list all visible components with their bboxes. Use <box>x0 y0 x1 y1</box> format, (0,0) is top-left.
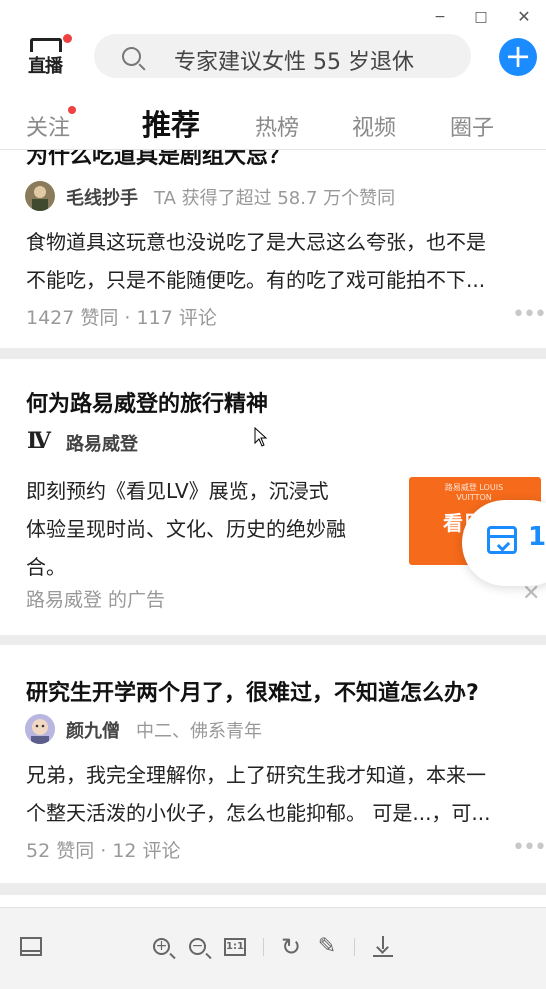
feed-card[interactable]: 研究生开学两个月了，很难过，不知道怎么办? 颜九僧 中二、佛系青年 兄弟，我完全… <box>0 645 546 883</box>
question-title[interactable]: 研究生开学两个月了，很难过，不知道怎么办? <box>26 675 479 707</box>
author-description: 中二、佛系青年 <box>136 721 262 742</box>
zoom-out-button[interactable]: − <box>186 934 212 960</box>
tab-follow[interactable]: 关注 <box>26 110 70 142</box>
ad-label: 路易威登 的广告 <box>26 589 166 611</box>
feed-card[interactable]: 为什么吃道具是剧组大忌？ 毛线抄手 TA 获得了超过 58.7 万个赞同 食物道… <box>0 150 546 348</box>
zoom-in-button[interactable]: + <box>150 934 176 960</box>
feed-tabs: 关注 推荐 热榜 视频 圈子 <box>0 82 546 150</box>
author-description: TA 获得了超过 58.7 万个赞同 <box>154 188 396 209</box>
ad-title[interactable]: 何为路易威登的旅行精神 <box>26 386 268 418</box>
top-bar: 直播 专家建议女性 55 岁退休 + <box>0 34 546 82</box>
maximize-button[interactable]: □ <box>470 6 492 28</box>
question-title[interactable]: 为什么吃道具是剧组大忌？ <box>26 150 290 170</box>
toolbar-divider <box>354 938 355 956</box>
tab-video[interactable]: 视频 <box>352 110 396 142</box>
excerpt-line[interactable]: 兄弟，我完全理解你，上了研究生我才知道，本来一 <box>26 759 486 788</box>
notification-dot <box>63 34 72 43</box>
search-input[interactable]: 专家建议女性 55 岁退休 <box>174 44 414 76</box>
ad-text-line[interactable]: 合。 <box>26 551 66 580</box>
author-name[interactable]: 颜九僧 <box>66 717 120 743</box>
avatar[interactable] <box>25 714 55 744</box>
excerpt-line[interactable]: 个整天活泼的小伙子，怎么也能抑郁。 可是...，可... <box>26 797 491 826</box>
author-name[interactable]: 毛线抄手 <box>66 184 138 210</box>
tab-circles[interactable]: 圈子 <box>450 110 494 142</box>
zoom-in-icon: + <box>153 938 170 955</box>
excerpt-line[interactable]: 不能吃，只是不能随便吃。有的吃了戏可能拍不下... <box>26 264 485 293</box>
live-button[interactable]: 直播 <box>26 34 72 78</box>
more-icon[interactable]: ••• <box>512 302 546 327</box>
add-button[interactable]: + <box>499 38 537 76</box>
toolbar-divider <box>263 938 264 956</box>
favorites-count: 1 <box>528 522 546 552</box>
minimize-button[interactable]: − <box>429 6 451 28</box>
rotate-button[interactable]: ↻ <box>278 934 304 960</box>
actual-size-icon: 1:1 <box>224 938 246 956</box>
mouse-cursor-icon <box>254 427 268 447</box>
actual-size-button[interactable]: 1:1 <box>222 934 248 960</box>
download-button[interactable] <box>370 934 396 960</box>
search-bar[interactable]: 专家建议女性 55 岁退休 <box>94 34 471 78</box>
next-card-stub <box>0 895 546 907</box>
collection-icon <box>487 526 517 554</box>
download-icon <box>373 936 393 958</box>
follow-notification-dot <box>68 106 76 114</box>
favorites-float-button[interactable]: 1 <box>462 500 546 586</box>
more-icon[interactable]: ••• <box>512 835 546 860</box>
excerpt-line[interactable]: 食物道具这玩意也没说吃了是大忌这么夸张，也不是 <box>26 226 486 255</box>
card-stats: 52 赞同 · 12 评论 <box>26 840 181 862</box>
edit-button[interactable]: ✎ <box>314 934 340 960</box>
tv-icon <box>30 38 62 52</box>
zoom-out-icon: − <box>189 938 206 955</box>
advertiser-name[interactable]: 路易威登 <box>66 430 138 456</box>
panel-toggle-button[interactable] <box>20 934 46 960</box>
card-stats: 1427 赞同 · 117 评论 <box>26 307 217 329</box>
close-window-button[interactable]: ✕ <box>513 6 535 28</box>
brand-logo-icon: LV <box>27 428 51 454</box>
live-label: 直播 <box>28 56 63 77</box>
ad-card[interactable]: 何为路易威登的旅行精神 LV 路易威登 即刻预约《看见LV》展览，沉浸式 体验呈… <box>0 359 546 635</box>
ad-text-line[interactable]: 即刻预约《看见LV》展览，沉浸式 <box>26 475 329 504</box>
search-icon <box>122 47 141 66</box>
panel-icon <box>20 937 42 956</box>
tab-recommend[interactable]: 推荐 <box>142 102 200 144</box>
ad-text-line[interactable]: 体验呈现时尚、文化、历史的绝妙融 <box>26 513 346 542</box>
viewer-toolbar: + − 1:1 ↻ ✎ <box>0 907 546 989</box>
tab-hot-list[interactable]: 热榜 <box>255 110 299 142</box>
window-title-bar: − □ ✕ <box>0 0 546 34</box>
avatar[interactable] <box>25 181 55 211</box>
